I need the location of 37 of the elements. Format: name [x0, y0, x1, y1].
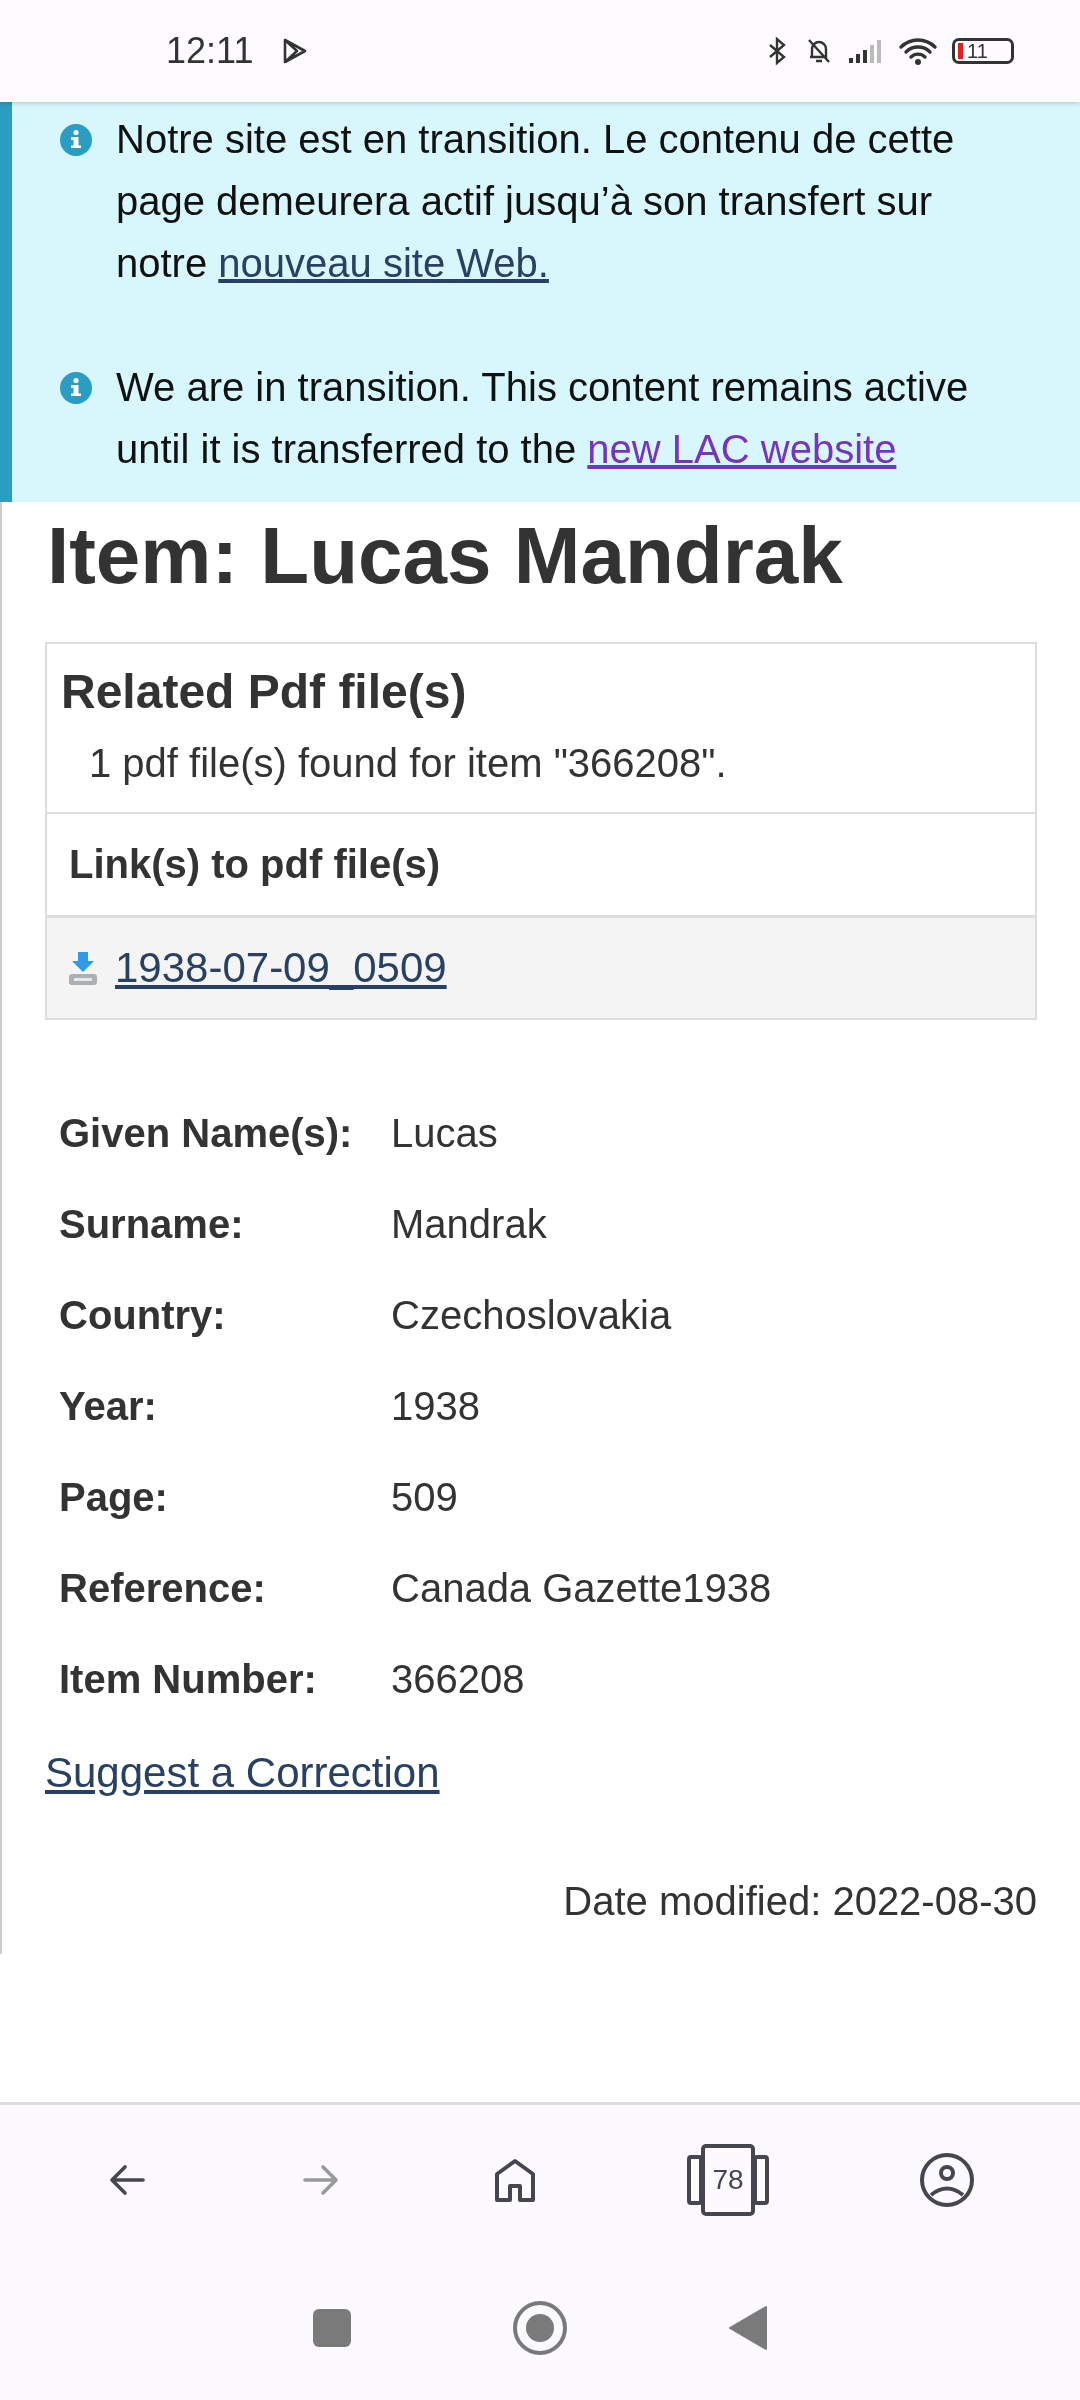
panel-heading: Related Pdf file(s)	[61, 664, 468, 719]
home-nav-button[interactable]	[512, 2299, 568, 2356]
download-icon	[67, 950, 99, 986]
date-modified: Date modified: 2022-08-30	[562, 1879, 1037, 1924]
field-label: Page:	[59, 1474, 169, 1521]
correction-link[interactable]: Suggest a Correction	[45, 1749, 440, 1797]
field-value: Canada Gazette1938	[391, 1565, 773, 1612]
back-nav-button[interactable]	[728, 2304, 768, 2351]
field-value: Mandrak	[391, 1201, 548, 1248]
field-value: Lucas	[391, 1110, 499, 1157]
field-label: Year:	[59, 1383, 158, 1430]
field-label: Item Number:	[59, 1656, 318, 1703]
notice-text: We are in transition. This content remains active until it is transferred to the new LAC website	[116, 364, 970, 473]
field-label: Surname:	[59, 1201, 245, 1248]
wifi-icon	[898, 36, 938, 66]
panel-summary: 1 pdf file(s) found for item "366208".	[89, 741, 728, 786]
account-icon	[919, 2152, 975, 2208]
field-label: Country:	[59, 1292, 227, 1339]
field-value: 366208	[391, 1656, 526, 1703]
recents-button[interactable]	[312, 2307, 352, 2348]
field-label: Reference:	[59, 1565, 267, 1612]
home-icon	[493, 2156, 537, 2204]
info-icon	[60, 372, 92, 404]
notice-text: Notre site est en transition. Le contenu de cette page demeurera actif jusqu’à son transfert sur notre nouveau site Web.	[116, 116, 956, 287]
field-value: Czechoslovakia	[391, 1292, 673, 1339]
page-title: Item: Lucas Mandrak	[46, 510, 844, 602]
field-value: 1938	[391, 1383, 481, 1430]
website-link[interactable]: new LAC website	[587, 427, 897, 471]
field-label: Given Name(s):	[59, 1110, 354, 1157]
pdf-link[interactable]: 1938-07-09_0509	[115, 944, 447, 992]
signal-icon	[848, 38, 884, 64]
website-link[interactable]: nouveau site Web.	[218, 241, 549, 285]
battery-icon: 11	[952, 38, 1014, 64]
field-value: 509	[391, 1474, 459, 1521]
clock: 12:11	[166, 30, 254, 72]
list-heading: Link(s) to pdf file(s)	[69, 842, 442, 887]
info-icon	[60, 124, 92, 156]
